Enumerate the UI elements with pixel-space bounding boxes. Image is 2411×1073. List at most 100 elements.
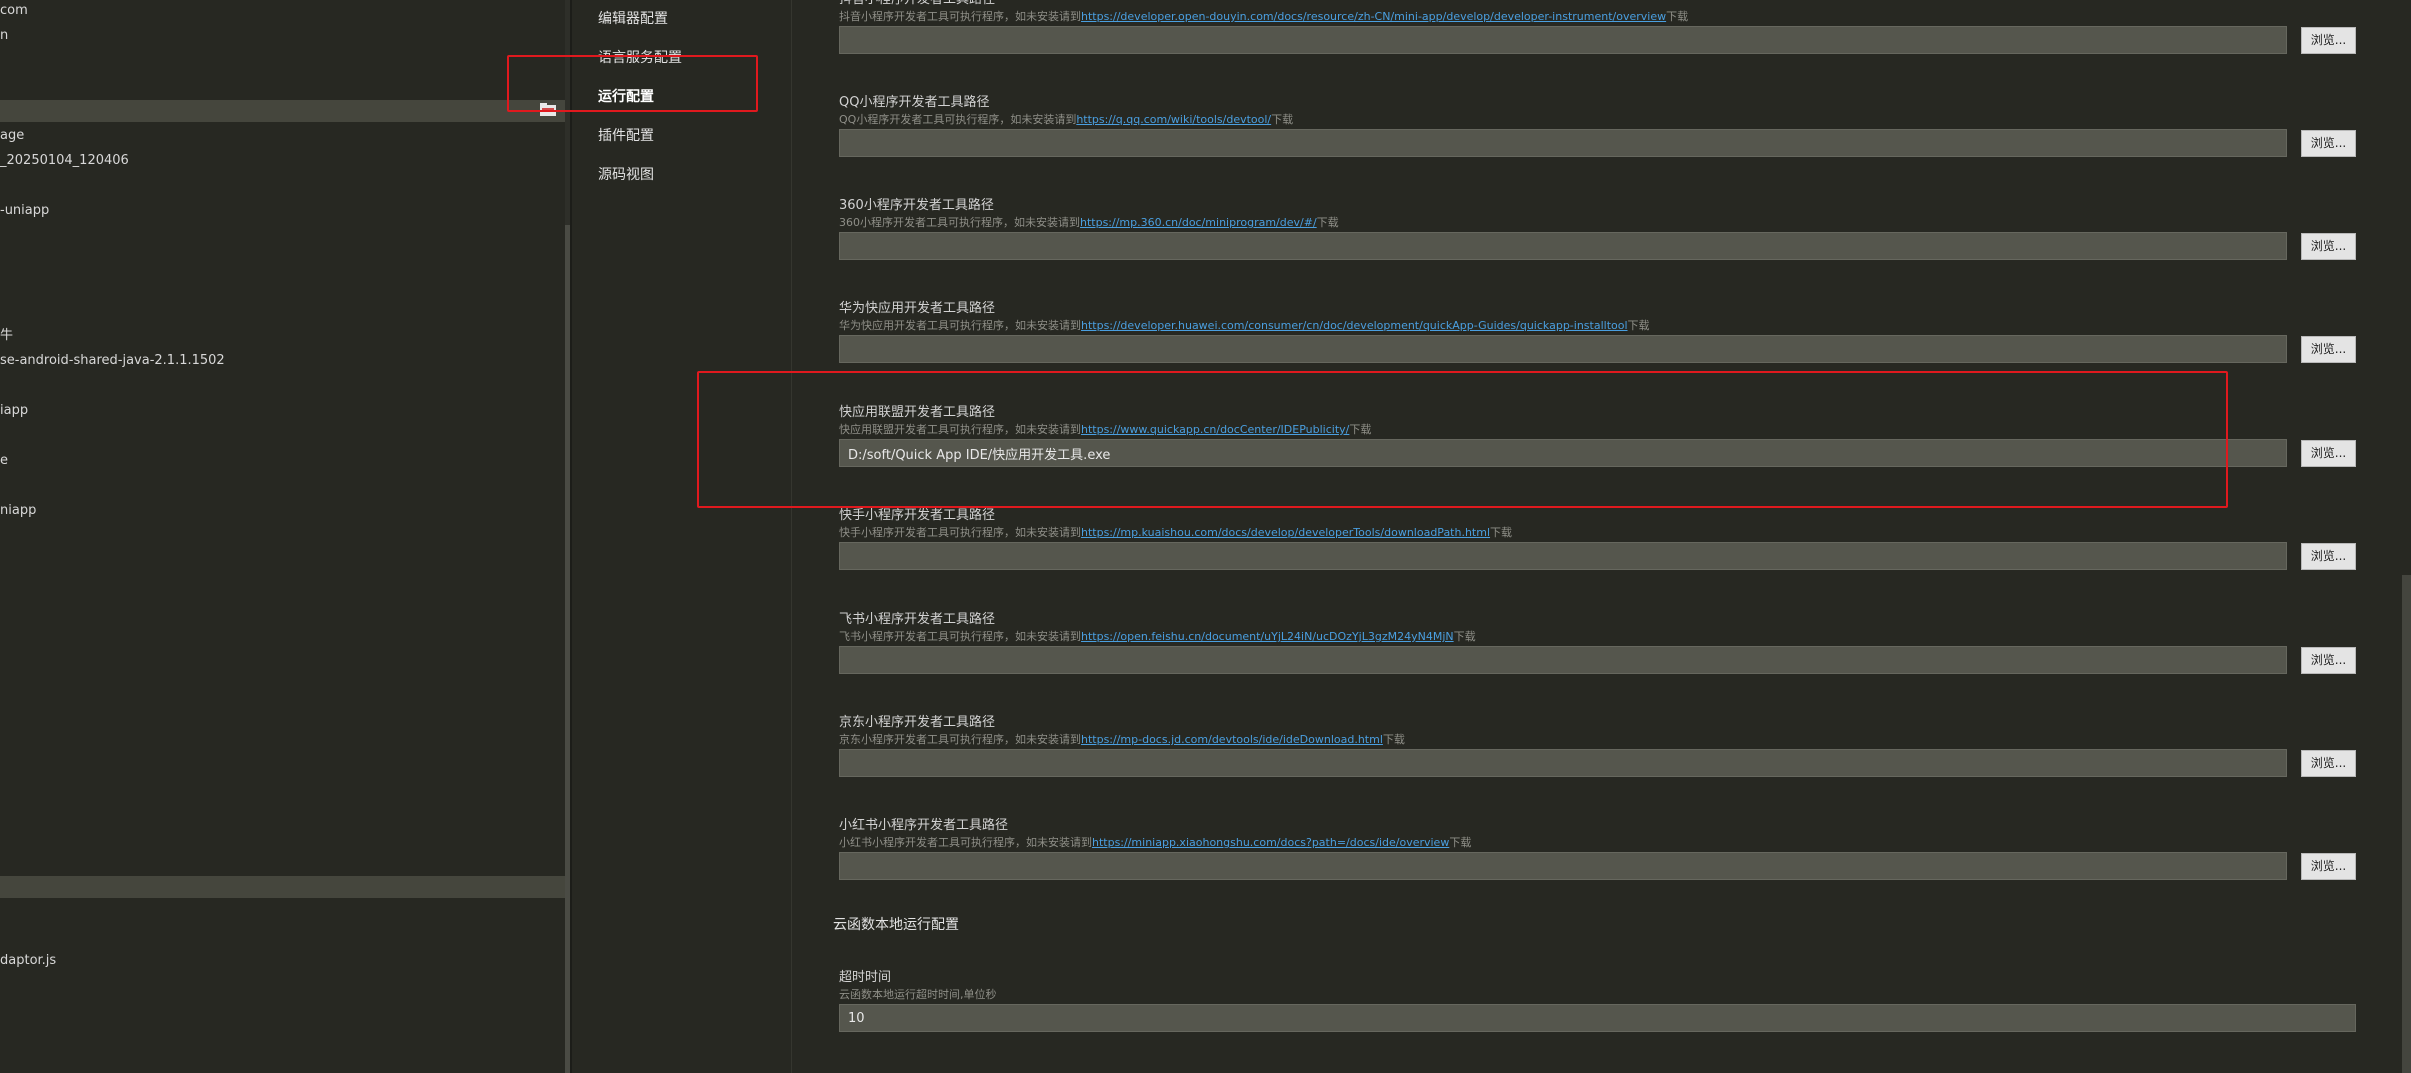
file-tree-panel: com n age _20250104_120406 -uniapp 牛 se-…: [0, 0, 570, 1073]
setting-description: QQ小程序开发者工具可执行程序，如未安装请到https://q.qq.com/w…: [839, 113, 2359, 126]
download-link[interactable]: https://mp-docs.jd.com/devtools/ide/ideD…: [1081, 733, 1383, 746]
tool-path-setting: 360小程序开发者工具路径 360小程序开发者工具可执行程序，如未安装请到http…: [839, 198, 2359, 262]
nav-plugin-config[interactable]: 插件配置: [598, 125, 654, 145]
description-text: 京东小程序开发者工具可执行程序，如未安装请到: [839, 733, 1081, 746]
timeout-input[interactable]: [839, 1004, 2356, 1032]
nav-editor-config[interactable]: 编辑器配置: [598, 8, 668, 28]
path-input[interactable]: [839, 26, 2287, 54]
download-label: 下载: [1666, 10, 1689, 23]
description-text: 飞书小程序开发者工具可执行程序，如未安装请到: [839, 630, 1081, 643]
browse-button[interactable]: 浏览...: [2301, 853, 2356, 880]
path-row: 浏览...: [839, 646, 2359, 676]
download-label: 下载: [1490, 526, 1513, 539]
tree-item[interactable]: iapp: [0, 403, 28, 419]
path-row: 浏览...: [839, 335, 2359, 365]
tree-item[interactable]: com: [0, 3, 28, 19]
path-row: 浏览...: [839, 26, 2359, 56]
setting-description: 360小程序开发者工具可执行程序，如未安装请到https://mp.360.cn…: [839, 216, 2359, 229]
tree-item[interactable]: e: [0, 453, 8, 469]
timeout-setting: 超时时间云函数本地运行超时时间,单位秒: [839, 970, 2359, 1034]
setting-description: 华为快应用开发者工具可执行程序，如未安装请到https://developer.…: [839, 319, 2359, 332]
settings-nav: 编辑器配置 语言服务配置 运行配置 插件配置 源码视图: [572, 0, 792, 1073]
download-label: 下载: [1271, 113, 1294, 126]
path-row: 浏览...: [839, 852, 2359, 882]
tool-path-setting: QQ小程序开发者工具路径 QQ小程序开发者工具可执行程序，如未安装请到https:…: [839, 95, 2359, 159]
tool-path-setting: 华为快应用开发者工具路径华为快应用开发者工具可执行程序，如未安装请到https:…: [839, 301, 2359, 365]
content-scrollbar-thumb[interactable]: [2402, 575, 2411, 1073]
annotation-box-quickapp: [697, 371, 2228, 508]
nav-source-view[interactable]: 源码视图: [598, 164, 654, 184]
tree-selected-row[interactable]: [0, 100, 565, 122]
description-text: 360小程序开发者工具可执行程序，如未安装请到: [839, 216, 1080, 229]
tool-path-setting: 小红书小程序开发者工具路径小红书小程序开发者工具可执行程序，如未安装请到http…: [839, 818, 2359, 882]
path-row: 浏览...: [839, 232, 2359, 262]
setting-title: 华为快应用开发者工具路径: [839, 301, 996, 316]
setting-title: 抖音小程序开发者工具路径: [839, 0, 2359, 8]
tree-highlight-row[interactable]: [0, 876, 565, 898]
tool-path-setting: 快手小程序开发者工具路径快手小程序开发者工具可执行程序，如未安装请到https:…: [839, 508, 2359, 572]
description-text: 抖音小程序开发者工具可执行程序，如未安装请到: [839, 10, 1081, 23]
description-text: 小红书小程序开发者工具可执行程序，如未安装请到: [839, 836, 1092, 849]
download-label: 下载: [1627, 319, 1650, 332]
tree-item[interactable]: age: [0, 128, 24, 144]
browse-button[interactable]: 浏览...: [2301, 233, 2356, 260]
description-text: 华为快应用开发者工具可执行程序，如未安装请到: [839, 319, 1081, 332]
cloud-section-heading: 云函数本地运行配置: [833, 917, 959, 933]
tool-path-setting: 抖音小程序开发者工具路径抖音小程序开发者工具可执行程序，如未安装请到https:…: [839, 0, 2359, 56]
setting-title: 飞书小程序开发者工具路径: [839, 612, 996, 627]
timeout-title: 超时时间: [839, 970, 892, 985]
browse-button[interactable]: 浏览...: [2301, 647, 2356, 674]
download-label: 下载: [1449, 836, 1472, 849]
tree-item[interactable]: se-android-shared-java-2.1.1.1502: [0, 353, 225, 369]
tree-item[interactable]: _20250104_120406: [0, 153, 129, 169]
path-input[interactable]: [839, 852, 2287, 880]
timeout-description: 云函数本地运行超时时间,单位秒: [839, 988, 997, 1001]
setting-title: 京东小程序开发者工具路径: [839, 715, 996, 730]
browse-button[interactable]: 浏览...: [2301, 543, 2356, 570]
path-input[interactable]: [839, 646, 2287, 674]
tool-path-setting: 飞书小程序开发者工具路径飞书小程序开发者工具可执行程序，如未安装请到https:…: [839, 612, 2359, 676]
path-input[interactable]: [839, 542, 2287, 570]
browse-button[interactable]: 浏览...: [2301, 27, 2356, 54]
path-input[interactable]: [839, 749, 2287, 777]
description-text: QQ小程序开发者工具可执行程序，如未安装请到: [839, 113, 1077, 126]
path-input[interactable]: [839, 232, 2287, 260]
download-link[interactable]: https://developer.huawei.com/consumer/cn…: [1081, 319, 1628, 332]
setting-description: 快手小程序开发者工具可执行程序，如未安装请到https://mp.kuaisho…: [839, 526, 2359, 539]
annotation-box-nav: [507, 55, 758, 112]
download-label: 下载: [1453, 630, 1476, 643]
browse-button[interactable]: 浏览...: [2301, 130, 2356, 157]
download-link[interactable]: https://q.qq.com/wiki/tools/devtool/: [1076, 113, 1271, 126]
setting-title: QQ小程序开发者工具路径: [839, 95, 990, 110]
timeout-row: [839, 1004, 2359, 1034]
download-label: 下载: [1316, 216, 1339, 229]
download-link[interactable]: https://open.feishu.cn/document/uYjL24iN…: [1081, 630, 1454, 643]
setting-title: 小红书小程序开发者工具路径: [839, 818, 1009, 833]
setting-title: 快手小程序开发者工具路径: [839, 508, 996, 523]
download-link[interactable]: https://mp.kuaishou.com/docs/develop/dev…: [1081, 526, 1490, 539]
path-input[interactable]: [839, 129, 2287, 157]
download-link[interactable]: https://miniapp.xiaohongshu.com/docs?pat…: [1092, 836, 1449, 849]
path-row: 浏览...: [839, 749, 2359, 779]
download-link[interactable]: https://developer.open-douyin.com/docs/r…: [1081, 10, 1666, 23]
tool-path-setting: 京东小程序开发者工具路径京东小程序开发者工具可执行程序，如未安装请到https:…: [839, 715, 2359, 779]
browse-button[interactable]: 浏览...: [2301, 440, 2356, 467]
download-label: 下载: [1382, 733, 1405, 746]
tree-item[interactable]: niapp: [0, 503, 36, 519]
browse-button[interactable]: 浏览...: [2301, 336, 2356, 363]
setting-description: 抖音小程序开发者工具可执行程序，如未安装请到https://developer.…: [839, 10, 2359, 23]
setting-description: 飞书小程序开发者工具可执行程序，如未安装请到https://open.feish…: [839, 630, 2359, 643]
setting-title: 360小程序开发者工具路径: [839, 198, 994, 213]
tree-item[interactable]: 牛: [0, 328, 13, 344]
tree-item[interactable]: daptor.js: [0, 953, 56, 969]
path-row: 浏览...: [839, 542, 2359, 572]
setting-description: 小红书小程序开发者工具可执行程序，如未安装请到https://miniapp.x…: [839, 836, 2359, 849]
path-row: 浏览...: [839, 129, 2359, 159]
path-input[interactable]: [839, 335, 2287, 363]
description-text: 快手小程序开发者工具可执行程序，如未安装请到: [839, 526, 1081, 539]
settings-content: 抖音小程序开发者工具路径抖音小程序开发者工具可执行程序，如未安装请到https:…: [792, 0, 2411, 1073]
tree-item[interactable]: -uniapp: [0, 203, 49, 219]
browse-button[interactable]: 浏览...: [2301, 750, 2356, 777]
download-link[interactable]: https://mp.360.cn/doc/miniprogram/dev/#/: [1080, 216, 1317, 229]
tree-item[interactable]: n: [0, 28, 8, 44]
